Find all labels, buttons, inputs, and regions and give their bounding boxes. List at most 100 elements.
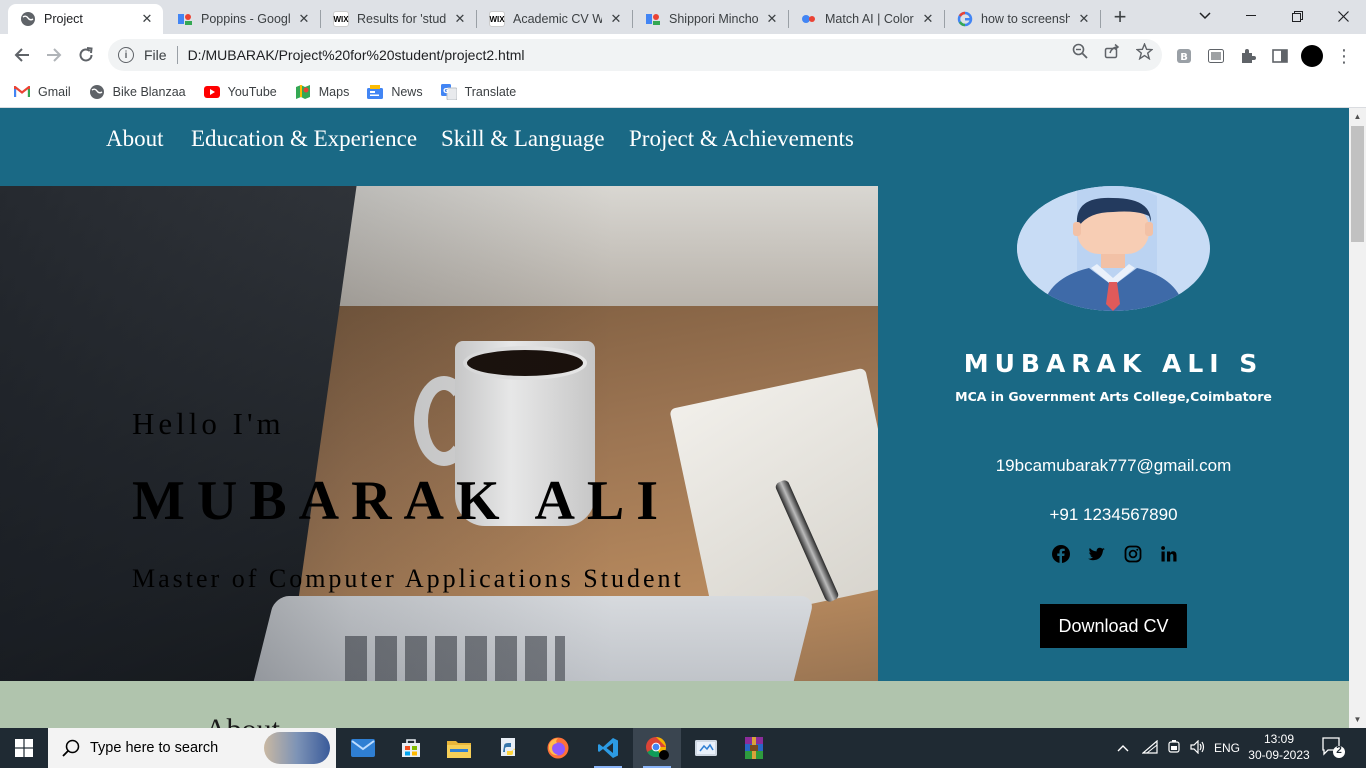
address-bar[interactable]: i File D:/MUBARAK/Project%20for%20studen… — [108, 39, 1162, 71]
bookmark-bike-blanzaa[interactable]: Bike Blanzaa — [89, 84, 186, 100]
bookmark-gmail[interactable]: Gmail — [14, 84, 71, 100]
tab-wix-results[interactable]: WIX Results for 'stude ✕ — [321, 4, 476, 34]
close-tab-icon[interactable]: ✕ — [139, 11, 155, 27]
bookmarks-bar: Gmail Bike Blanzaa YouTube Maps News G T… — [0, 76, 1366, 108]
close-window-button[interactable] — [1320, 0, 1366, 32]
reload-button[interactable] — [74, 43, 98, 67]
download-cv-button[interactable]: Download CV — [1040, 604, 1187, 648]
hero-name: MUBARAK ALI — [132, 470, 671, 532]
notification-count: 2 — [1336, 745, 1342, 756]
bookmark-translate[interactable]: G Translate — [440, 83, 516, 100]
close-tab-icon[interactable]: ✕ — [452, 11, 468, 27]
scroll-down-icon[interactable]: ▼ — [1349, 711, 1366, 728]
show-hidden-icons-chevron-icon[interactable] — [1114, 741, 1132, 755]
hero-greeting: Hello I'm — [132, 406, 285, 441]
translate-icon: G — [440, 83, 457, 100]
winrar-icon[interactable] — [730, 728, 778, 768]
tab-shippori[interactable]: Shippori Mincho ✕ — [633, 4, 788, 34]
close-tab-icon[interactable]: ✕ — [764, 11, 780, 27]
tab-title: Project — [44, 12, 83, 26]
back-button[interactable] — [10, 43, 34, 67]
tab-title: how to screensh — [981, 12, 1070, 26]
chrome-icon[interactable] — [633, 728, 681, 768]
tab-academic-cv[interactable]: WIX Academic CV We ✕ — [477, 4, 632, 34]
info-icon[interactable]: i — [118, 47, 134, 63]
minimize-button[interactable] — [1228, 0, 1274, 32]
volume-icon[interactable] — [1186, 739, 1210, 757]
profile-email[interactable]: 19bcamubarak777@gmail.com — [878, 456, 1349, 476]
nav-skill-language[interactable]: Skill & Language — [441, 126, 605, 152]
nav-project-achievements[interactable]: Project & Achievements — [629, 126, 854, 152]
input-language[interactable]: ENG — [1210, 741, 1244, 755]
vscode-icon[interactable] — [584, 728, 632, 768]
taskbar-clock[interactable]: 13:09 30-09-2023 — [1244, 731, 1314, 763]
wix-icon: WIX — [489, 11, 505, 27]
avatar — [1017, 186, 1210, 311]
bookmark-news[interactable]: News — [367, 84, 423, 100]
file-explorer-icon[interactable] — [435, 728, 483, 768]
notification-center-icon[interactable]: 2 — [1322, 737, 1346, 759]
site-navbar: About Education & Experience Skill & Lan… — [0, 108, 1349, 186]
scrollbar-thumb[interactable] — [1351, 126, 1364, 242]
mail-app-icon[interactable] — [339, 728, 387, 768]
network-icon[interactable] — [1138, 739, 1162, 757]
tab-search-chevron-icon[interactable] — [1182, 0, 1228, 32]
svg-text:B: B — [1180, 52, 1188, 63]
nav-education-experience[interactable]: Education & Experience — [191, 126, 417, 152]
tab-google-search[interactable]: how to screensh ✕ — [945, 4, 1100, 34]
close-tab-icon[interactable]: ✕ — [296, 11, 312, 27]
new-tab-button[interactable]: + — [1108, 6, 1132, 30]
share-icon[interactable] — [1103, 42, 1121, 60]
profile-avatar[interactable] — [1301, 45, 1323, 67]
nav-about[interactable]: About — [106, 126, 164, 152]
tab-divider — [1100, 10, 1101, 28]
system-tray: ENG — [1114, 728, 1244, 768]
snipping-tool-icon[interactable] — [682, 728, 730, 768]
windows-start-icon[interactable] — [0, 728, 48, 768]
bookmark-label: YouTube — [227, 84, 277, 99]
tab-title: Match AI | Color — [825, 12, 914, 26]
bookmark-star-icon[interactable] — [1135, 42, 1153, 60]
tab-project[interactable]: Project ✕ — [8, 4, 163, 34]
google-fonts-icon — [177, 11, 193, 27]
tab-title: Results for 'stude — [357, 12, 446, 26]
profile-phone[interactable]: +91 1234567890 — [878, 505, 1349, 525]
browser-tab-strip: Project ✕ Poppins - Googl ✕ WIX Results … — [0, 0, 1366, 34]
firefox-icon[interactable] — [534, 728, 582, 768]
profile-card: MUBARAK ALI S MCA in Government Arts Col… — [878, 186, 1349, 681]
svg-text:G: G — [443, 87, 449, 95]
url-scheme-label: File — [144, 47, 167, 63]
side-panel-icon[interactable] — [1271, 47, 1289, 65]
extensions-puzzle-icon[interactable] — [1239, 47, 1257, 65]
microsoft-store-icon[interactable] — [387, 728, 435, 768]
extension-b-icon[interactable]: B — [1175, 47, 1193, 65]
forward-button[interactable] — [42, 43, 66, 67]
close-tab-icon[interactable]: ✕ — [920, 11, 936, 27]
wix-icon: WIX — [333, 11, 349, 27]
linkedin-icon[interactable] — [1159, 544, 1179, 564]
restore-button[interactable] — [1274, 0, 1320, 32]
hero-role: Master of Computer Applications Student — [132, 564, 684, 593]
browser-menu-icon[interactable]: ⋮ — [1334, 45, 1354, 67]
facebook-icon[interactable] — [1051, 544, 1071, 564]
tab-match-ai[interactable]: Match AI | Color ✕ — [789, 4, 944, 34]
extension-barcode-icon[interactable] — [1207, 47, 1225, 65]
page-scrollbar[interactable]: ▲ ▼ — [1349, 108, 1366, 728]
scroll-up-icon[interactable]: ▲ — [1349, 108, 1366, 125]
globe-icon — [89, 84, 105, 100]
bookmark-maps[interactable]: Maps — [295, 84, 349, 100]
battery-icon[interactable] — [1162, 739, 1186, 757]
tab-poppins[interactable]: Poppins - Googl ✕ — [165, 4, 320, 34]
social-links — [1051, 544, 1195, 564]
instagram-icon[interactable] — [1123, 544, 1143, 564]
zoom-icon[interactable] — [1071, 42, 1089, 60]
close-tab-icon[interactable]: ✕ — [1076, 11, 1092, 27]
bookmark-youtube[interactable]: YouTube — [203, 84, 277, 100]
url-text[interactable]: D:/MUBARAK/Project%20for%20student/proje… — [188, 47, 525, 63]
close-tab-icon[interactable]: ✕ — [608, 11, 624, 27]
divider — [176, 46, 178, 64]
python-file-icon[interactable] — [485, 728, 533, 768]
search-icon — [62, 739, 80, 757]
taskbar-search-box[interactable]: Type here to search — [48, 728, 336, 768]
twitter-icon[interactable] — [1087, 544, 1107, 564]
